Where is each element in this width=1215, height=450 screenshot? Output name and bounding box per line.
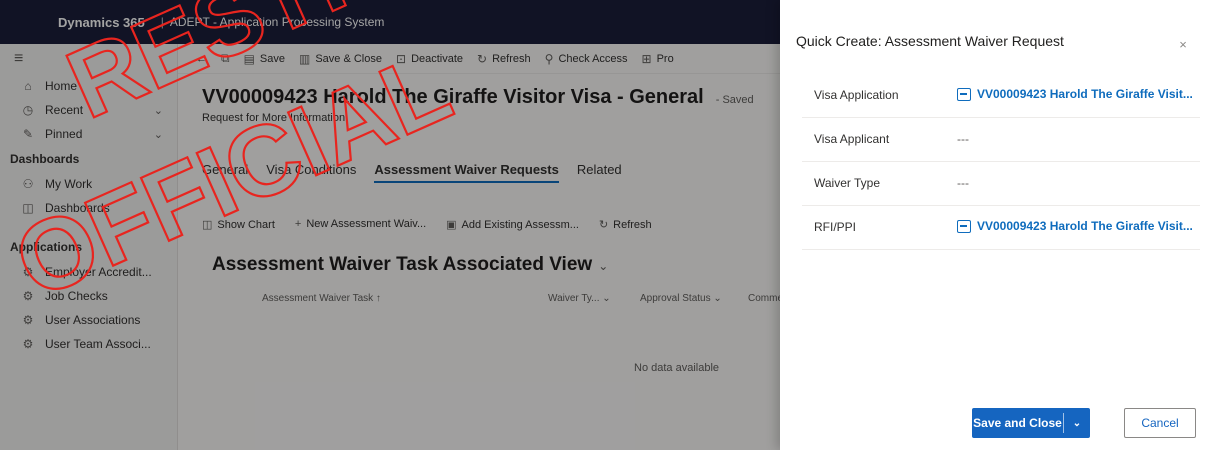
field-rfi-ppi: RFI/PPI VV00009423 Harold The Giraffe Vi… xyxy=(802,206,1200,250)
cancel-button[interactable]: Cancel xyxy=(1124,408,1196,438)
close-icon[interactable]: × xyxy=(1176,38,1190,52)
field-label: RFI/PPI xyxy=(814,220,857,234)
chevron-down-icon[interactable]: ⌄ xyxy=(1064,418,1090,429)
field-value[interactable]: --- xyxy=(957,176,969,190)
record-icon xyxy=(957,87,971,101)
field-label: Visa Application xyxy=(814,88,899,102)
field-waiver-type[interactable]: Waiver Type --- xyxy=(802,162,1200,206)
lookup-value: VV00009423 Harold The Giraffe Visit... xyxy=(977,87,1193,101)
save-and-close-button[interactable]: Save and Close ⌄ xyxy=(972,408,1090,438)
quick-create-panel: Quick Create: Assessment Waiver Request … xyxy=(780,0,1215,450)
save-and-close-label: Save and Close xyxy=(972,413,1064,433)
modal-overlay[interactable] xyxy=(0,0,780,450)
field-label: Waiver Type xyxy=(814,176,881,190)
lookup-value: VV00009423 Harold The Giraffe Visit... xyxy=(977,219,1193,233)
field-visa-applicant[interactable]: Visa Applicant --- xyxy=(802,118,1200,162)
field-value[interactable]: --- xyxy=(957,132,969,146)
field-label: Visa Applicant xyxy=(814,132,890,146)
visa-application-lookup[interactable]: VV00009423 Harold The Giraffe Visit... xyxy=(957,87,1193,101)
record-icon xyxy=(957,219,971,233)
field-visa-application: Visa Application VV00009423 Harold The G… xyxy=(802,74,1200,118)
rfi-ppi-lookup[interactable]: VV00009423 Harold The Giraffe Visit... xyxy=(957,219,1193,233)
quick-create-title: Quick Create: Assessment Waiver Request xyxy=(796,33,1064,49)
